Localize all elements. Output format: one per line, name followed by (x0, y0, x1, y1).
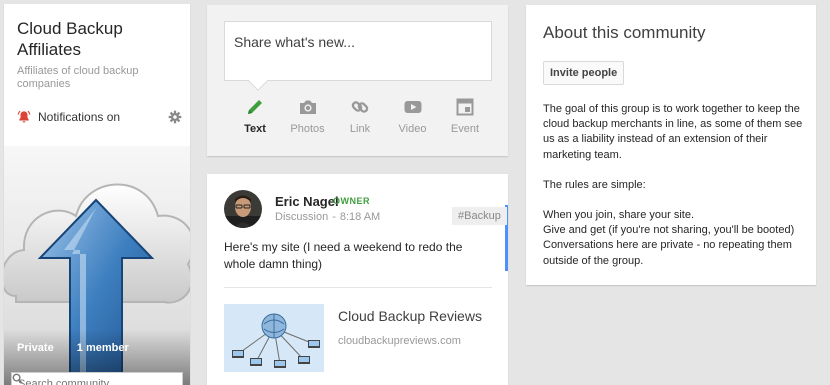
share-box: Share what's new... Text Photos Link Vid… (207, 5, 508, 156)
notifications-label: Notifications on (38, 110, 121, 124)
calendar-icon (456, 98, 474, 116)
video-icon (404, 101, 421, 113)
network-illustration (224, 304, 324, 372)
rule-item: Conversations here are private - no repe… (543, 239, 792, 267)
rules-intro: The rules are simple: (543, 178, 646, 191)
post-meta: Discussion -8:18 AM (275, 211, 380, 223)
share-event-button[interactable]: Event (439, 97, 491, 135)
share-video-label: Video (398, 123, 427, 135)
author-avatar-image (224, 190, 262, 228)
meta-separator: - (332, 211, 336, 223)
owner-badge: OWNER (333, 196, 370, 206)
share-input[interactable]: Share what's new... (224, 21, 492, 91)
community-search[interactable] (11, 372, 183, 385)
community-title[interactable]: Cloud Backup Affiliates (17, 18, 182, 60)
link-title[interactable]: Cloud Backup Reviews (338, 308, 482, 324)
invite-people-button[interactable]: Invite people (543, 61, 625, 85)
share-photos-button[interactable]: Photos (282, 97, 334, 135)
share-text-button[interactable]: Text (229, 97, 281, 135)
link-url[interactable]: cloudbackupreviews.com (338, 335, 461, 347)
community-card: Cloud Backup Affiliates Affiliates of cl… (4, 4, 190, 385)
share-text-label: Text (244, 123, 266, 135)
author-name[interactable]: Eric Nagel (275, 194, 339, 209)
search-icon (12, 373, 23, 384)
community-cover-image: Private 1 member (4, 146, 190, 385)
share-input-notch (248, 71, 268, 91)
share-video-button[interactable]: Video (387, 97, 439, 135)
link-preview[interactable]: Cloud Backup Reviews cloudbackupreviews.… (224, 304, 492, 379)
hashtag-badge[interactable]: #Backup (452, 207, 507, 225)
share-link-button[interactable]: Link (334, 97, 386, 135)
member-count[interactable]: 1 member (77, 342, 129, 354)
rule-item: Give and get (if you're not sharing, you… (543, 224, 795, 237)
post-time[interactable]: 8:18 AM (340, 211, 380, 223)
share-link-label: Link (349, 123, 371, 135)
share-photos-label: Photos (290, 123, 325, 135)
post-text: Here's my site (I need a weekend to redo… (224, 240, 463, 271)
post-divider (224, 287, 492, 288)
about-card: About this community Invite people The g… (526, 5, 816, 285)
privacy-label: Private (17, 342, 54, 354)
link-thumbnail (224, 304, 324, 372)
post-category[interactable]: Discussion (275, 211, 328, 223)
pencil-icon (248, 100, 262, 114)
about-title: About this community (543, 23, 706, 42)
post-card: Eric Nagel OWNER Discussion -8:18 AM #Bac… (207, 174, 508, 385)
rule-item: When you join, share your site. (543, 209, 695, 222)
link-icon (351, 101, 369, 113)
about-goal-text: The goal of this group is to work togeth… (543, 103, 803, 161)
avatar[interactable] (224, 190, 262, 228)
search-input[interactable] (18, 378, 158, 385)
community-subtitle: Affiliates of cloud backup companies (17, 65, 139, 90)
gear-icon[interactable] (168, 110, 182, 124)
share-event-label: Event (450, 123, 480, 135)
about-description: The goal of this group is to work togeth… (543, 102, 805, 269)
camera-icon (299, 100, 316, 114)
community-meta: Private 1 member (17, 342, 129, 354)
share-actions: Text Photos Link Video Event (229, 97, 491, 135)
bell-icon (17, 110, 31, 123)
notifications-row[interactable]: Notifications on (17, 108, 182, 126)
share-placeholder: Share what's new... (234, 34, 355, 50)
